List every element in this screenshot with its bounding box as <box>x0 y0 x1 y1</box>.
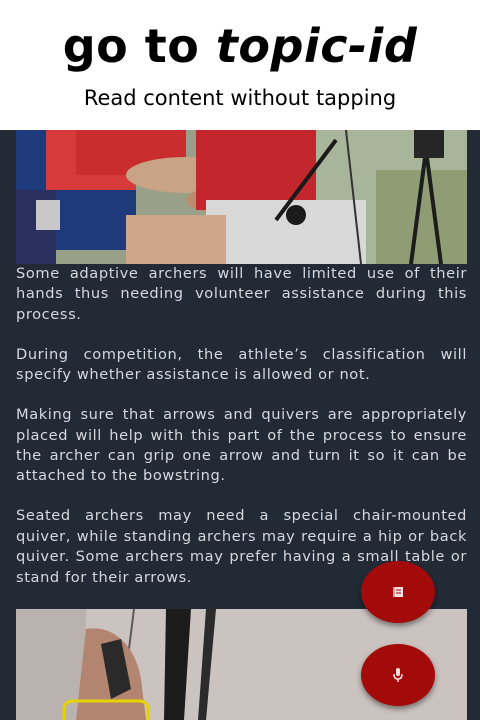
command-verb: go to <box>62 19 216 73</box>
read-button[interactable] <box>361 561 435 623</box>
archers-photo-illustration <box>16 130 467 264</box>
voice-button[interactable] <box>361 644 435 706</box>
article-paragraph: During competition, the athlete’s classi… <box>16 345 467 384</box>
command-description: Read content without tapping <box>83 86 397 110</box>
microphone-icon <box>393 668 403 682</box>
article-paragraph: Some adaptive archers will have limited … <box>16 265 467 323</box>
article-paragraph: Making sure that arrows and quivers are … <box>16 406 467 485</box>
article-body: Some adaptive archers will have limited … <box>16 264 467 608</box>
book-icon <box>393 587 403 597</box>
command-argument: topic-id <box>215 19 418 73</box>
voice-command-banner: go to topic-id Read content without tapp… <box>0 0 480 130</box>
command-title: go to topic-id <box>0 18 480 74</box>
archers-photo <box>16 130 467 264</box>
